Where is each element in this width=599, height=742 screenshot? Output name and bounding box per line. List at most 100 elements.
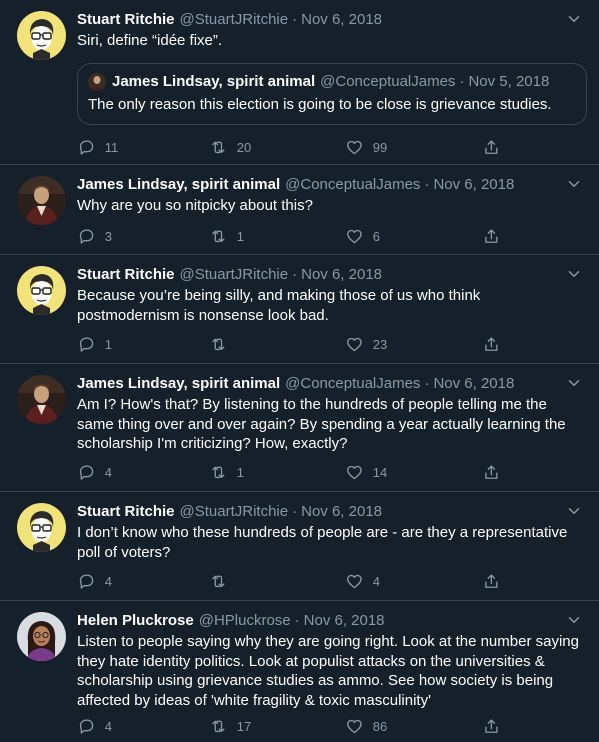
tweet-body: Stuart Ritchie @StuartJRitchie · Nov 6, …: [77, 502, 583, 562]
reply-count: 4: [104, 464, 112, 480]
tweet-header: Stuart Ritchie @StuartJRitchie · Nov 6, …: [77, 502, 583, 522]
share-icon: [485, 465, 498, 479]
like-count: 4: [372, 573, 380, 589]
quoted-tweet[interactable]: James Lindsay, spirit animal @Conceptual…: [77, 62, 587, 126]
share-button[interactable]: [482, 716, 501, 736]
retweet-icon: [212, 575, 225, 587]
share-button[interactable]: [482, 571, 501, 591]
photo-avatar-icon: [88, 72, 106, 91]
tweet-date[interactable]: Nov 6, 2018: [433, 175, 514, 195]
more-options-button[interactable]: [565, 502, 583, 520]
like-icon: [347, 465, 362, 479]
avatar[interactable]: [17, 11, 66, 60]
separator-dot: ·: [292, 503, 298, 520]
tweet-actions: 4 17 86: [77, 716, 517, 736]
like-button[interactable]: 6: [345, 226, 380, 246]
tweet-body: James Lindsay, spirit animal @Conceptual…: [77, 175, 583, 216]
share-button[interactable]: [482, 137, 501, 157]
retweet-button[interactable]: [209, 571, 237, 591]
author-handle[interactable]: @ConceptualJames: [285, 175, 420, 195]
like-button[interactable]: 99: [345, 137, 387, 157]
reply-button[interactable]: 1: [77, 334, 112, 354]
quoted-tweet-text: The only reason this election is going t…: [88, 95, 552, 113]
tweet-actions: 4 1 14: [77, 462, 517, 482]
retweet-icon: [212, 720, 225, 732]
author-name[interactable]: James Lindsay, spirit animal: [77, 175, 280, 195]
retweet-button[interactable]: 1: [209, 462, 244, 482]
like-button[interactable]: 14: [345, 462, 387, 482]
cartoon-avatar-icon: [17, 11, 66, 60]
author-handle[interactable]: @StuartJRitchie: [180, 10, 289, 30]
avatar[interactable]: [17, 612, 66, 661]
cartoon-avatar-icon: [17, 266, 66, 315]
quoted-avatar: [88, 72, 106, 91]
tweet[interactable]: Stuart Ritchie @StuartJRitchie · Nov 6, …: [0, 492, 599, 601]
avatar[interactable]: [17, 266, 66, 315]
chevron-down-icon: [568, 508, 580, 514]
reply-button[interactable]: 4: [77, 571, 112, 591]
reply-button[interactable]: 3: [77, 226, 112, 246]
retweet-button[interactable]: 20: [209, 137, 251, 157]
tweet-actions: 11 20 99: [77, 137, 517, 157]
like-button[interactable]: 86: [345, 716, 387, 736]
more-options-button[interactable]: [565, 265, 583, 283]
author-handle[interactable]: @StuartJRitchie: [180, 502, 289, 522]
like-button[interactable]: 4: [345, 571, 380, 591]
tweet[interactable]: Helen Pluckrose @HPluckrose · Nov 6, 201…: [0, 601, 599, 734]
tweet-date[interactable]: Nov 6, 2018: [433, 374, 514, 394]
tweet-text: Siri, define “idée fixe”.: [77, 32, 223, 49]
tweet-date[interactable]: Nov 6, 2018: [301, 502, 382, 522]
reply-button[interactable]: 11: [77, 137, 118, 157]
tweet-header: Helen Pluckrose @HPluckrose · Nov 6, 201…: [77, 611, 583, 631]
tweet[interactable]: James Lindsay, spirit animal @Conceptual…: [0, 165, 599, 255]
author-handle[interactable]: @HPluckrose: [199, 611, 291, 631]
share-button[interactable]: [482, 226, 501, 246]
tweet-header: Stuart Ritchie @StuartJRitchie · Nov 6, …: [77, 265, 583, 285]
separator-dot: ·: [424, 176, 430, 193]
author-name[interactable]: Helen Pluckrose: [77, 611, 194, 631]
reply-button[interactable]: 4: [77, 462, 112, 482]
more-options-button[interactable]: [565, 611, 583, 629]
author-name[interactable]: Stuart Ritchie: [77, 265, 175, 285]
share-button[interactable]: [482, 334, 501, 354]
tweet-header: Stuart Ritchie @StuartJRitchie · Nov 6, …: [77, 10, 583, 30]
retweet-button[interactable]: [209, 334, 237, 354]
photo-avatar-icon: [17, 375, 66, 424]
avatar[interactable]: [17, 176, 66, 225]
author-name[interactable]: Stuart Ritchie: [77, 10, 175, 30]
avatar[interactable]: [17, 375, 66, 424]
separator-dot: ·: [292, 11, 298, 28]
photo-avatar-icon: [17, 612, 66, 661]
reply-icon: [79, 229, 94, 244]
tweet-date[interactable]: Nov 6, 2018: [301, 265, 382, 285]
reply-count: 3: [104, 228, 112, 244]
tweet[interactable]: Stuart Ritchie @StuartJRitchie · Nov 6, …: [0, 0, 599, 165]
more-options-button[interactable]: [565, 175, 583, 193]
separator-dot: ·: [424, 375, 430, 392]
author-handle[interactable]: @StuartJRitchie: [180, 265, 289, 285]
author-handle[interactable]: @ConceptualJames: [285, 374, 420, 394]
more-options-button[interactable]: [565, 374, 583, 392]
more-options-button[interactable]: [565, 10, 583, 28]
retweet-button[interactable]: 17: [209, 716, 251, 736]
reply-button[interactable]: 4: [77, 716, 112, 736]
like-button[interactable]: 23: [345, 334, 387, 354]
author-name[interactable]: Stuart Ritchie: [77, 502, 175, 522]
tweet[interactable]: James Lindsay, spirit animal @Conceptual…: [0, 364, 599, 492]
author-name[interactable]: James Lindsay, spirit animal: [77, 374, 280, 394]
quoted-author-handle: @ConceptualJames: [320, 72, 456, 90]
reply-icon: [79, 465, 94, 480]
tweet-date[interactable]: Nov 6, 2018: [304, 611, 385, 631]
photo-avatar-icon: [17, 176, 66, 225]
retweet-icon: [212, 466, 225, 478]
tweet-date[interactable]: Nov 6, 2018: [301, 10, 382, 30]
cartoon-avatar-icon: [17, 503, 66, 552]
share-button[interactable]: [482, 462, 501, 482]
retweet-button[interactable]: 1: [209, 226, 244, 246]
reply-count: 1: [104, 336, 112, 352]
reply-icon: [79, 337, 94, 352]
tweet[interactable]: Stuart Ritchie @StuartJRitchie · Nov 6, …: [0, 255, 599, 364]
like-icon: [347, 574, 362, 588]
avatar[interactable]: [17, 503, 66, 552]
tweet-actions: 4 4: [77, 571, 517, 591]
